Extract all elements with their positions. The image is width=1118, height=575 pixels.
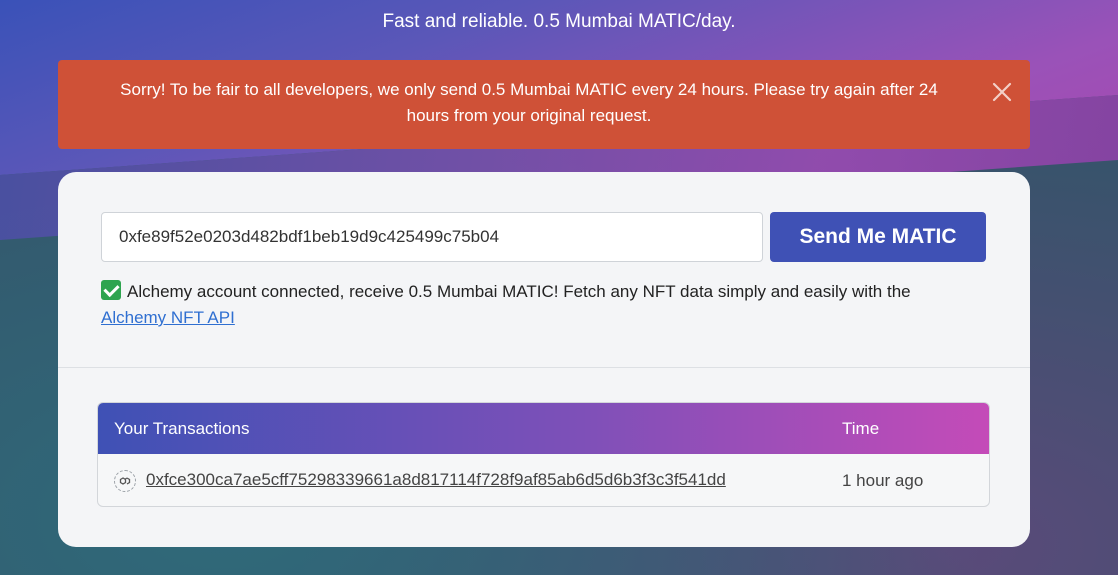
send-matic-button[interactable]: Send Me MATIC xyxy=(770,212,986,262)
check-icon xyxy=(101,280,121,300)
polygon-icon xyxy=(114,470,136,492)
notice-text: Alchemy account connected, receive 0.5 M… xyxy=(127,282,911,301)
col-header-time: Time xyxy=(842,419,880,438)
account-notice: Alchemy account connected, receive 0.5 M… xyxy=(101,279,981,331)
tagline: Fast and reliable. 0.5 Mumbai MATIC/day. xyxy=(382,11,736,32)
wallet-address-input[interactable] xyxy=(101,212,763,262)
col-header-transactions: Your Transactions xyxy=(114,419,250,438)
transactions-table: Your Transactions Time 0xfce300ca7ae5cff… xyxy=(97,402,990,507)
faucet-card: Send Me MATIC Alchemy account connected,… xyxy=(58,172,1030,547)
alert-message: Sorry! To be fair to all developers, we … xyxy=(120,80,938,125)
rate-limit-alert: Sorry! To be fair to all developers, we … xyxy=(58,60,1030,149)
table-row: 0xfce300ca7ae5cff75298339661a8d817114f72… xyxy=(98,454,989,506)
transaction-time: 1 hour ago xyxy=(842,471,924,490)
alchemy-nft-api-link[interactable]: Alchemy NFT API xyxy=(101,308,235,327)
close-icon[interactable] xyxy=(990,80,1014,104)
divider xyxy=(58,367,1030,368)
transaction-hash-link[interactable]: 0xfce300ca7ae5cff75298339661a8d817114f72… xyxy=(146,470,726,490)
table-header: Your Transactions Time xyxy=(98,403,989,454)
